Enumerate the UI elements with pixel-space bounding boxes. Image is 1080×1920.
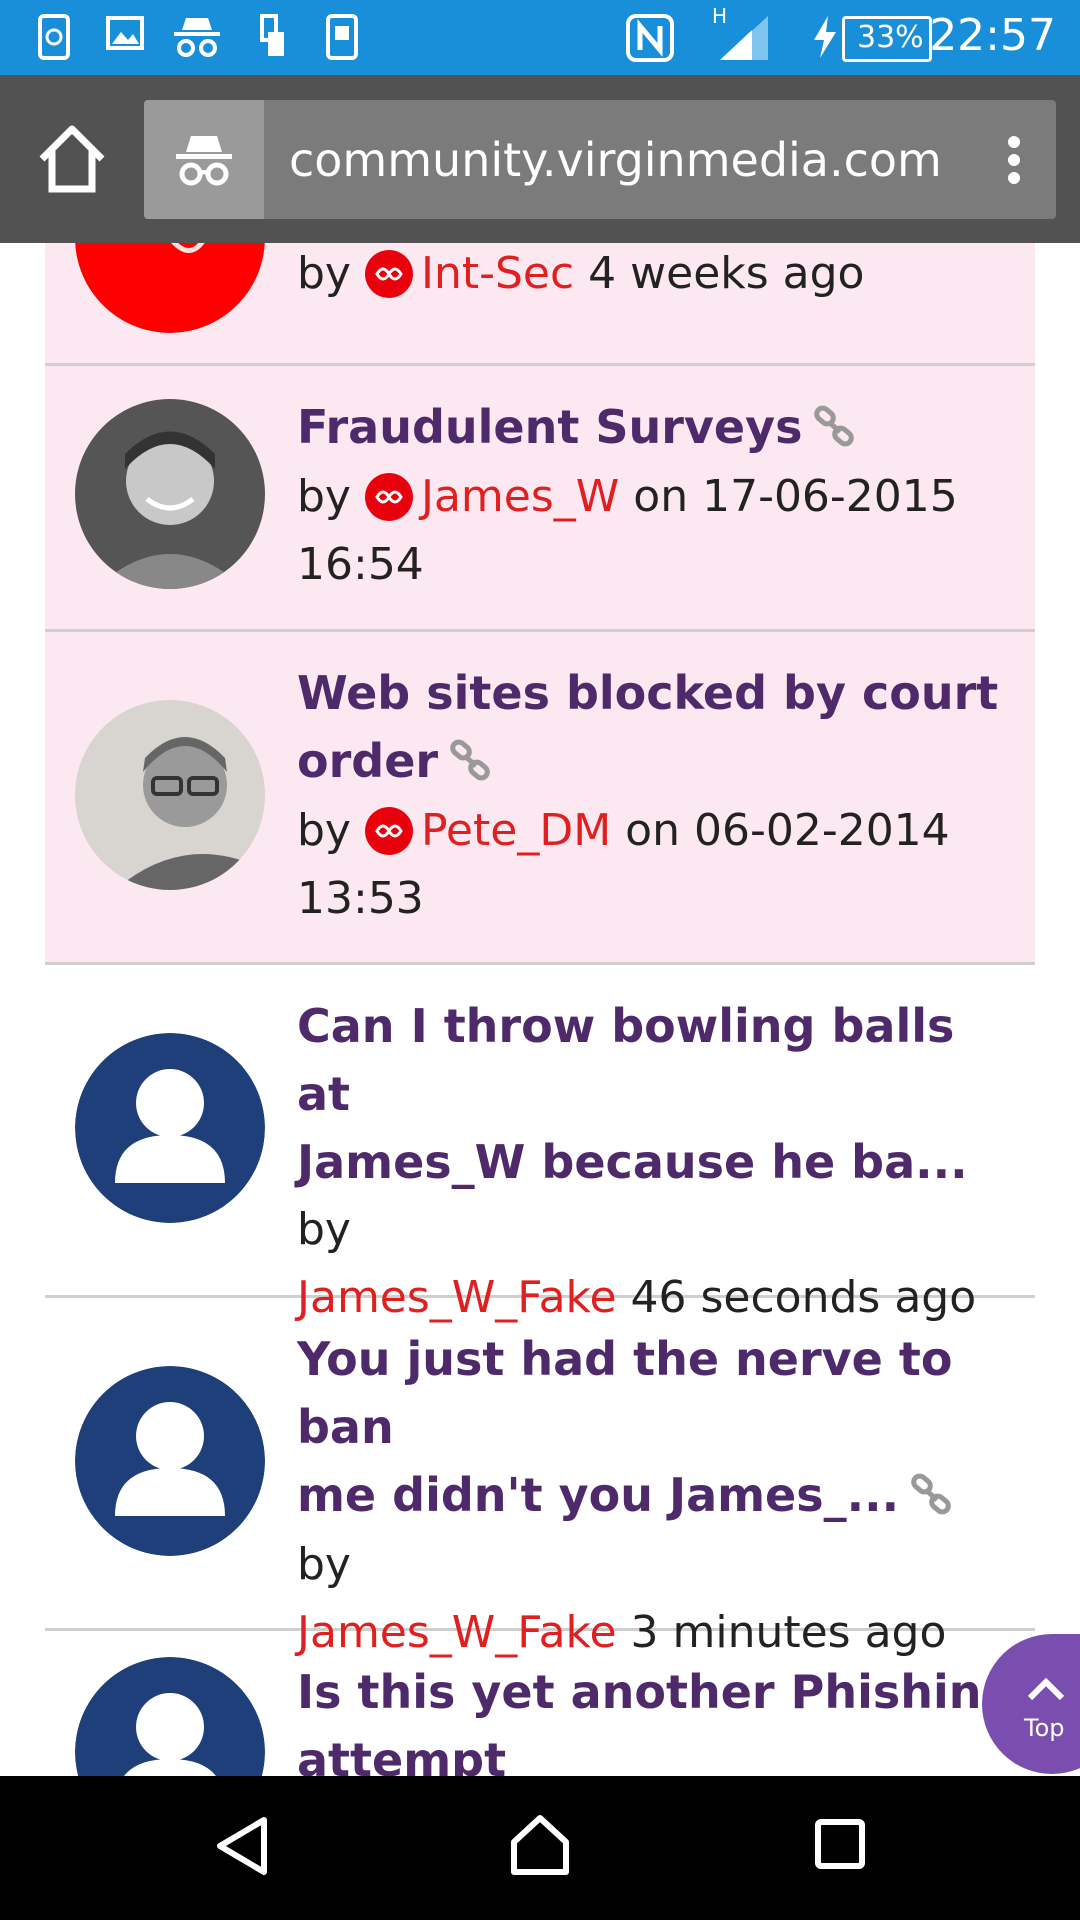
charging-icon xyxy=(814,16,836,58)
navigation-bar xyxy=(0,1776,1080,1920)
virgin-staff-badge-icon xyxy=(364,473,413,521)
post-title[interactable]: You just had the nerve to ban xyxy=(297,1325,1017,1461)
url-bar[interactable]: community.virginmedia.com xyxy=(144,100,1056,219)
phone-notification-icon xyxy=(326,14,358,60)
overflow-menu-icon[interactable] xyxy=(988,130,1038,190)
post-title[interactable]: Fraudulent Surveys xyxy=(297,400,802,454)
link-icon xyxy=(450,739,490,781)
post-title-cont[interactable]: order xyxy=(297,734,438,788)
default-avatar-icon xyxy=(75,1657,265,1776)
post-title[interactable]: Can I throw bowling balls at xyxy=(297,992,1017,1128)
post-author[interactable]: Int-Sec xyxy=(421,248,574,299)
post-by: by xyxy=(297,805,351,856)
list-item[interactable]: You just had the nerve to ban me didn't … xyxy=(45,1298,1035,1658)
incognito-button[interactable] xyxy=(144,100,264,219)
scroll-to-top-label: Top xyxy=(1024,1714,1065,1742)
battery-indicator: 33% xyxy=(842,16,932,62)
avatar xyxy=(75,399,265,589)
nfc-icon xyxy=(626,14,674,62)
post-by: by xyxy=(297,471,351,522)
browser-toolbar: community.virginmedia.com xyxy=(0,75,1080,243)
post-title[interactable]: Web sites blocked by court xyxy=(297,659,1017,727)
post-list: by Int-Sec 4 weeks ago Fraudulent Survey… xyxy=(0,243,1080,1776)
list-item[interactable]: Fraudulent Surveys by James_W on 17-06-2… xyxy=(45,366,1035,632)
post-by: by xyxy=(297,248,351,299)
status-bar: H 33% 22:57 xyxy=(0,0,1080,75)
post-by: by xyxy=(297,1204,351,1255)
home-nav-icon[interactable] xyxy=(508,1812,572,1876)
avatar xyxy=(75,700,265,890)
default-avatar-icon xyxy=(75,1033,265,1223)
post-title-cont[interactable]: me didn't you James_... xyxy=(297,1468,899,1522)
link-icon xyxy=(911,1473,951,1515)
signal-icon xyxy=(720,16,768,60)
battery-percent: 33% xyxy=(857,20,924,55)
list-item[interactable]: Web sites blocked by court order by Pete… xyxy=(45,632,1035,965)
image-notification-icon xyxy=(106,16,144,50)
list-item[interactable]: by Int-Sec 4 weeks ago xyxy=(45,243,1035,366)
sync-notification-icon xyxy=(38,14,70,60)
link-icon xyxy=(814,405,855,447)
avatar xyxy=(75,243,265,333)
recents-icon[interactable] xyxy=(814,1818,866,1870)
virgin-staff-badge-icon xyxy=(364,250,413,298)
list-item[interactable]: Can I throw bowling balls at James_W bec… xyxy=(45,965,1035,1323)
incognito-icon xyxy=(176,136,232,186)
post-by: by xyxy=(297,1539,351,1590)
url-text[interactable]: community.virginmedia.com xyxy=(289,133,942,187)
post-title-cont[interactable]: James_W because he ba... xyxy=(297,1128,1017,1196)
chevron-up-icon xyxy=(1027,1677,1065,1701)
post-time: 4 weeks ago xyxy=(588,248,865,299)
virgin-staff-badge-icon xyxy=(364,807,413,855)
default-avatar-icon xyxy=(75,1366,265,1556)
post-title[interactable]: Is this yet another Phishing xyxy=(297,1658,1017,1726)
back-icon[interactable] xyxy=(214,1816,270,1876)
home-icon[interactable] xyxy=(34,121,110,197)
device-notification-icon xyxy=(260,14,284,56)
post-time: 13:53 xyxy=(297,873,424,924)
post-date: on 06-02-2014 xyxy=(625,805,950,856)
post-author[interactable]: James_W xyxy=(421,471,619,522)
post-time: 16:54 xyxy=(297,539,424,590)
list-item[interactable]: Is this yet another Phishing attempt xyxy=(45,1631,1035,1776)
incognito-notification-icon xyxy=(174,18,220,57)
post-title-cont[interactable]: attempt xyxy=(297,1726,1017,1776)
post-date: on 17-06-2015 xyxy=(633,471,958,522)
post-author[interactable]: Pete_DM xyxy=(421,805,611,856)
clock: 22:57 xyxy=(929,10,1056,61)
